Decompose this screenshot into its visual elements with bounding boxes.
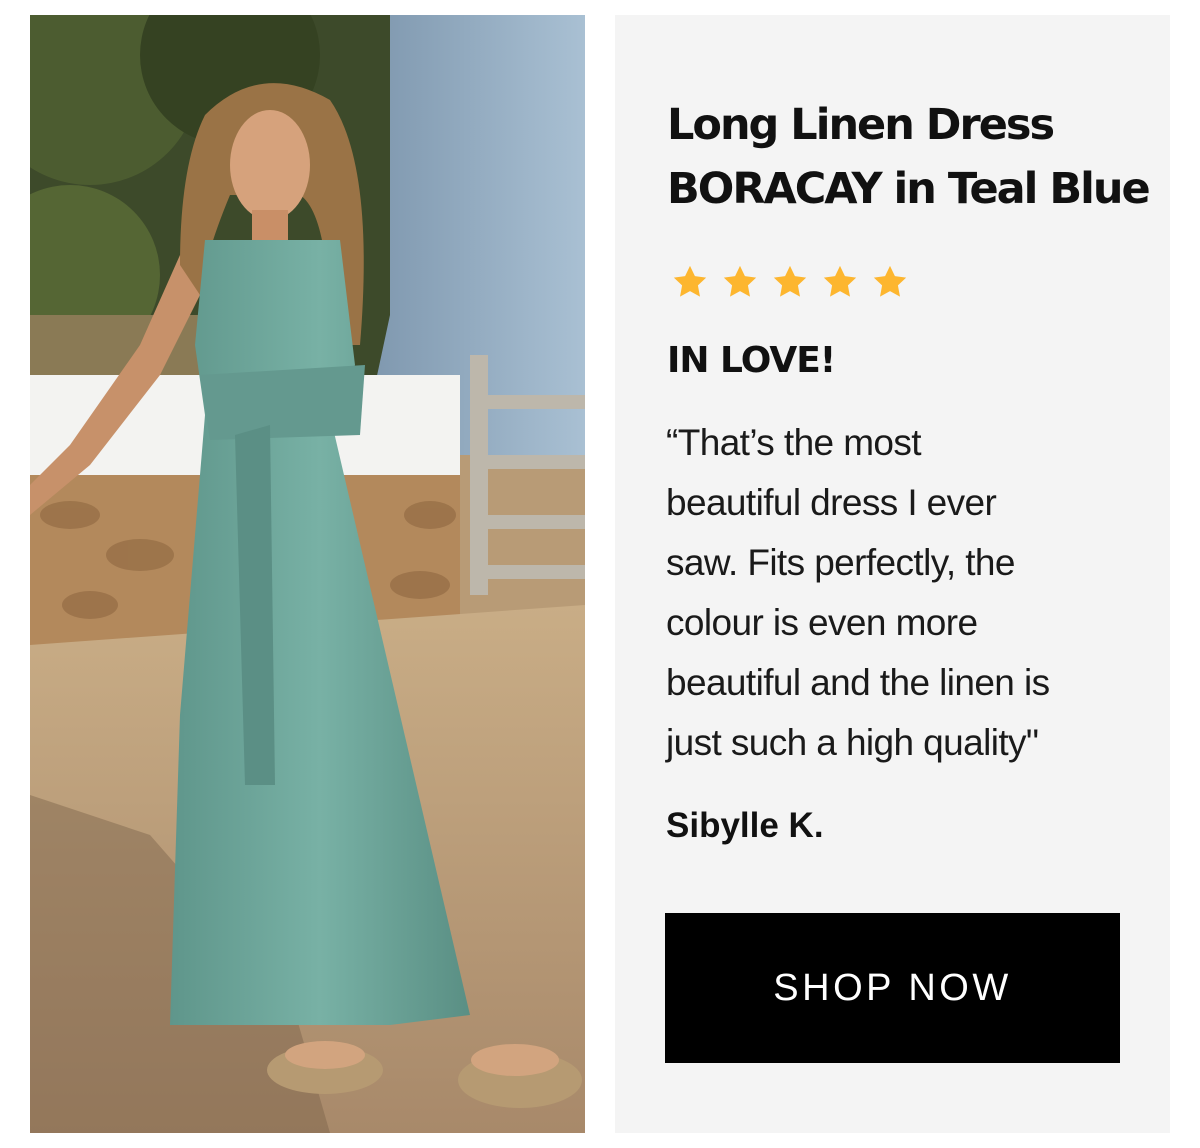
star-icon <box>823 265 857 297</box>
star-icon <box>673 265 707 297</box>
star-icon <box>773 265 807 297</box>
review-quote-line: saw. Fits perfectly, the <box>666 542 1015 583</box>
product-title: Long Linen Dress BORACAY in Teal Blue <box>667 93 1151 221</box>
shop-now-button[interactable]: SHOP NOW <box>665 913 1120 1063</box>
product-title-line-2: BORACAY in Teal Blue <box>667 164 1151 214</box>
review-panel: Long Linen Dress BORACAY in Teal Blue IN… <box>615 15 1170 1133</box>
star-icon <box>723 265 757 297</box>
product-title-line-1: Long Linen Dress <box>667 100 1055 150</box>
product-photo <box>30 15 585 1133</box>
review-quote: “That’s the most beautiful dress I ever … <box>666 413 1146 773</box>
review-quote-line: colour is even more <box>666 602 978 643</box>
review-quote-line: beautiful dress I ever <box>666 482 997 523</box>
review-author: Sibylle K. <box>666 806 824 845</box>
review-quote-line: beautiful and the linen is <box>666 662 1050 703</box>
review-quote-line: just such a high quality" <box>666 722 1039 763</box>
star-rating <box>671 263 909 301</box>
review-headline: IN LOVE! <box>667 340 836 381</box>
star-icon <box>873 265 907 297</box>
review-quote-line: “That’s the most <box>666 422 922 463</box>
